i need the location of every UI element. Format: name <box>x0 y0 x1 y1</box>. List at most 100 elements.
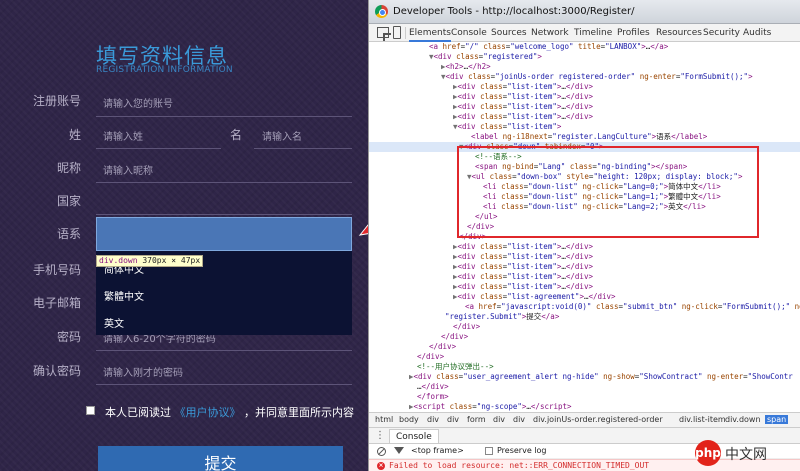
dom-node[interactable]: …</div> <box>417 382 449 392</box>
language-option[interactable]: 英文 <box>104 315 124 330</box>
tab-elements[interactable]: Elements <box>409 28 451 42</box>
tab-security[interactable]: Security <box>703 28 740 38</box>
breadcrumb-item[interactable]: body <box>399 415 419 424</box>
country-underline <box>96 214 352 215</box>
dom-node[interactable]: ▼<div class="joinUs-order registered-ord… <box>441 72 753 82</box>
given-label: 名 <box>229 128 242 142</box>
dom-node[interactable]: </div> <box>429 342 456 352</box>
dom-node[interactable]: <label ng-i18next="register.LangCulture"… <box>471 132 707 142</box>
dom-node[interactable]: ▼<div class="list-item"> <box>453 122 561 132</box>
breadcrumb-item[interactable]: div <box>493 415 505 424</box>
nickname-label: 昵称 <box>56 161 81 175</box>
element-size-tooltip: div.down 370px × 47px <box>96 255 204 267</box>
email-label: 电子邮箱 <box>32 296 81 310</box>
surname-input[interactable]: 请输入姓 <box>103 128 143 143</box>
nickname-input[interactable]: 请输入昵称 <box>103 162 153 177</box>
chrome-icon <box>375 5 388 18</box>
tab-console[interactable]: Console <box>451 28 487 38</box>
dom-node[interactable]: ▶<div class="list-item">…</div> <box>453 282 593 292</box>
console-error-text: Failed to load resource: net::ERR_CONNEC… <box>389 461 650 470</box>
frame-select[interactable]: <top frame> <box>411 446 464 455</box>
dom-node[interactable]: ▶<div class="list-item">…</div> <box>453 242 593 252</box>
breadcrumb-item[interactable]: html <box>375 415 393 424</box>
breadcrumb-item[interactable]: div <box>427 415 439 424</box>
user-agreement-link[interactable]: 《用户协议》 <box>175 406 241 419</box>
php-badge: php <box>695 440 721 466</box>
dom-node[interactable]: ▶<div class="list-item">…</div> <box>453 262 593 272</box>
close-drawer-icon[interactable]: ⋮ <box>375 430 385 441</box>
dom-node[interactable]: <!--用户协议弹出--> <box>417 362 494 372</box>
dom-node[interactable]: ▶<div class="user_agreement_alert ng-hid… <box>409 372 793 382</box>
watermark-logo: php 中文网 <box>695 438 795 468</box>
dom-node[interactable]: </div> <box>453 322 480 332</box>
agreement-prefix: 本人已阅读过 <box>105 406 171 419</box>
given-input[interactable]: 请输入名 <box>262 128 302 143</box>
dom-node[interactable]: ▶<div class="list-item">…</div> <box>453 102 593 112</box>
clear-console-icon[interactable] <box>377 447 386 456</box>
password-underline <box>96 350 352 351</box>
dom-node[interactable]: </div> <box>441 332 468 342</box>
agreement-text: 本人已阅读过 《用户协议》 ，并同意里面所示内容 <box>105 404 354 420</box>
breadcrumb-item[interactable]: div <box>513 415 525 424</box>
confirm-password-underline <box>96 384 352 385</box>
inspect-element-icon[interactable] <box>377 27 389 38</box>
dom-node[interactable]: ▶<div class="list-item">…</div> <box>453 252 593 262</box>
dom-node[interactable]: ▶<div class="list-item">…</div> <box>453 112 593 122</box>
account-underline <box>96 116 352 117</box>
breadcrumb-item[interactable]: div.list-item <box>679 415 726 424</box>
devtools-tabbar: Elements Console Sources Network Timelin… <box>369 24 800 42</box>
watermark-text: 中文网 <box>725 447 767 463</box>
nickname-underline <box>96 182 352 183</box>
phone-label: 手机号码 <box>32 263 81 277</box>
password-label: 密码 <box>56 330 81 344</box>
confirm-password-input[interactable]: 请输入刚才的密码 <box>103 364 183 379</box>
agree-checkbox[interactable] <box>86 406 95 415</box>
dom-node[interactable]: ▼<div class="registered"> <box>429 52 542 62</box>
account-label: 注册账号 <box>32 94 81 108</box>
device-mode-icon[interactable] <box>393 26 401 39</box>
tab-sources[interactable]: Sources <box>491 28 527 38</box>
tab-profiles[interactable]: Profiles <box>617 28 650 38</box>
dom-node[interactable]: ▶<script class="ng-scope">…</script> <box>409 402 572 412</box>
dom-node[interactable]: <a href="/" class="welcome_logo" title="… <box>429 42 668 52</box>
tab-network[interactable]: Network <box>531 28 569 38</box>
page-subtitle: REGISTRATION INFORMATION <box>96 65 233 75</box>
breadcrumb-item-active[interactable]: span <box>765 415 789 424</box>
tab-audits[interactable]: Audits <box>743 28 771 38</box>
tooltip-tag: div.down <box>99 256 138 265</box>
dom-node[interactable]: ▶<div class="list-item">…</div> <box>453 272 593 282</box>
elements-panel: <a href="/" class="welcome_logo" title="… <box>369 42 800 412</box>
dom-node[interactable]: ▶<div class="list-item">…</div> <box>453 92 593 102</box>
submit-button[interactable]: 提交 <box>98 446 343 471</box>
dom-node[interactable]: ▶<h2>…</h2> <box>441 62 491 72</box>
country-label: 国家 <box>56 194 81 208</box>
breadcrumb-item[interactable]: div <box>447 415 459 424</box>
breadcrumb-item[interactable]: div.down <box>725 415 761 424</box>
language-select[interactable] <box>96 217 352 251</box>
dom-breadcrumbs: html body div div form div div div.joinU… <box>369 412 800 428</box>
tooltip-size: 370px × 47px <box>142 256 201 265</box>
account-input[interactable]: 请输入您的账号 <box>103 95 173 110</box>
dom-node[interactable]: </form> <box>417 392 449 402</box>
language-label: 语系 <box>56 227 81 241</box>
tab-resources[interactable]: Resources <box>656 28 702 38</box>
devtools-titlebar: Developer Tools - http://localhost:3000/… <box>369 0 800 24</box>
filter-icon[interactable] <box>394 447 404 454</box>
dom-node[interactable]: </div> <box>417 352 444 362</box>
breadcrumb-item[interactable]: div.joinUs-order.registered-order <box>533 415 663 424</box>
language-option[interactable]: 繁體中文 <box>104 288 144 303</box>
drawer-tab-console[interactable]: Console <box>389 429 439 443</box>
breadcrumb-item[interactable]: form <box>467 415 486 424</box>
agreement-suffix: ，并同意里面所示内容 <box>244 406 354 419</box>
preserve-log-label: Preserve log <box>497 446 547 455</box>
tab-timeline[interactable]: Timeline <box>574 28 612 38</box>
preserve-log-checkbox[interactable] <box>485 447 493 455</box>
dom-node[interactable]: ▶<div class="list-agreement">…</div> <box>453 292 616 302</box>
surname-underline <box>96 148 221 149</box>
dom-node[interactable]: "register.Submit">提交</a> <box>445 312 559 322</box>
devtools-window: Developer Tools - http://localhost:3000/… <box>368 0 800 471</box>
dom-node[interactable]: ▶<div class="list-item">…</div> <box>453 82 593 92</box>
error-icon: × <box>377 462 385 470</box>
given-underline <box>254 148 352 149</box>
dom-node[interactable]: <a href="javascript:void(0)" class="subm… <box>465 302 800 312</box>
